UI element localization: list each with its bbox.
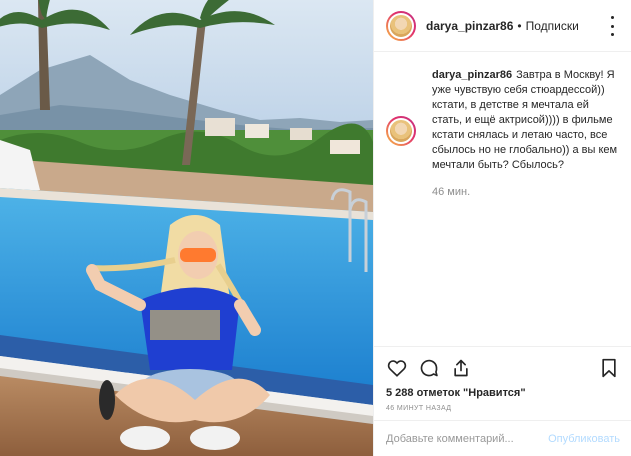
caption: darya_pinzar86 Завтра в Москву! Я уже чув… — [386, 66, 622, 200]
caption-text: Завтра в Москву! Я уже чувствую себя стю… — [432, 69, 618, 171]
comment-bar: Опубликовать — [374, 420, 631, 456]
caption-time[interactable]: 46 мин. — [432, 185, 622, 200]
post-details-panel: darya_pinzar86 • Подписки darya_pinzar86… — [373, 0, 631, 456]
likes-count[interactable]: 5 288 отметок "Нравится" — [386, 387, 620, 399]
post-header: darya_pinzar86 • Подписки — [374, 0, 631, 52]
avatar[interactable] — [386, 10, 416, 41]
posted-time[interactable]: 46 МИНУТ НАЗАД — [386, 405, 620, 412]
post-actions: 5 288 отметок "Нравится" 46 МИНУТ НАЗАД — [374, 346, 631, 412]
caption-username-link[interactable]: darya_pinzar86 — [432, 69, 512, 81]
following-button[interactable]: Подписки — [526, 19, 579, 33]
share-icon[interactable] — [450, 357, 472, 379]
comment-icon[interactable] — [418, 357, 440, 379]
publish-button[interactable]: Опубликовать — [548, 433, 620, 445]
post-photo-image — [0, 0, 373, 456]
separator-dot: • — [517, 18, 522, 33]
caption-avatar[interactable] — [386, 116, 416, 146]
bookmark-icon[interactable] — [598, 357, 620, 379]
more-options-icon[interactable] — [604, 16, 620, 36]
post-photo[interactable] — [0, 0, 373, 456]
username-link[interactable]: darya_pinzar86 — [426, 19, 513, 33]
comment-input[interactable] — [386, 432, 536, 445]
heart-icon[interactable] — [386, 357, 408, 379]
